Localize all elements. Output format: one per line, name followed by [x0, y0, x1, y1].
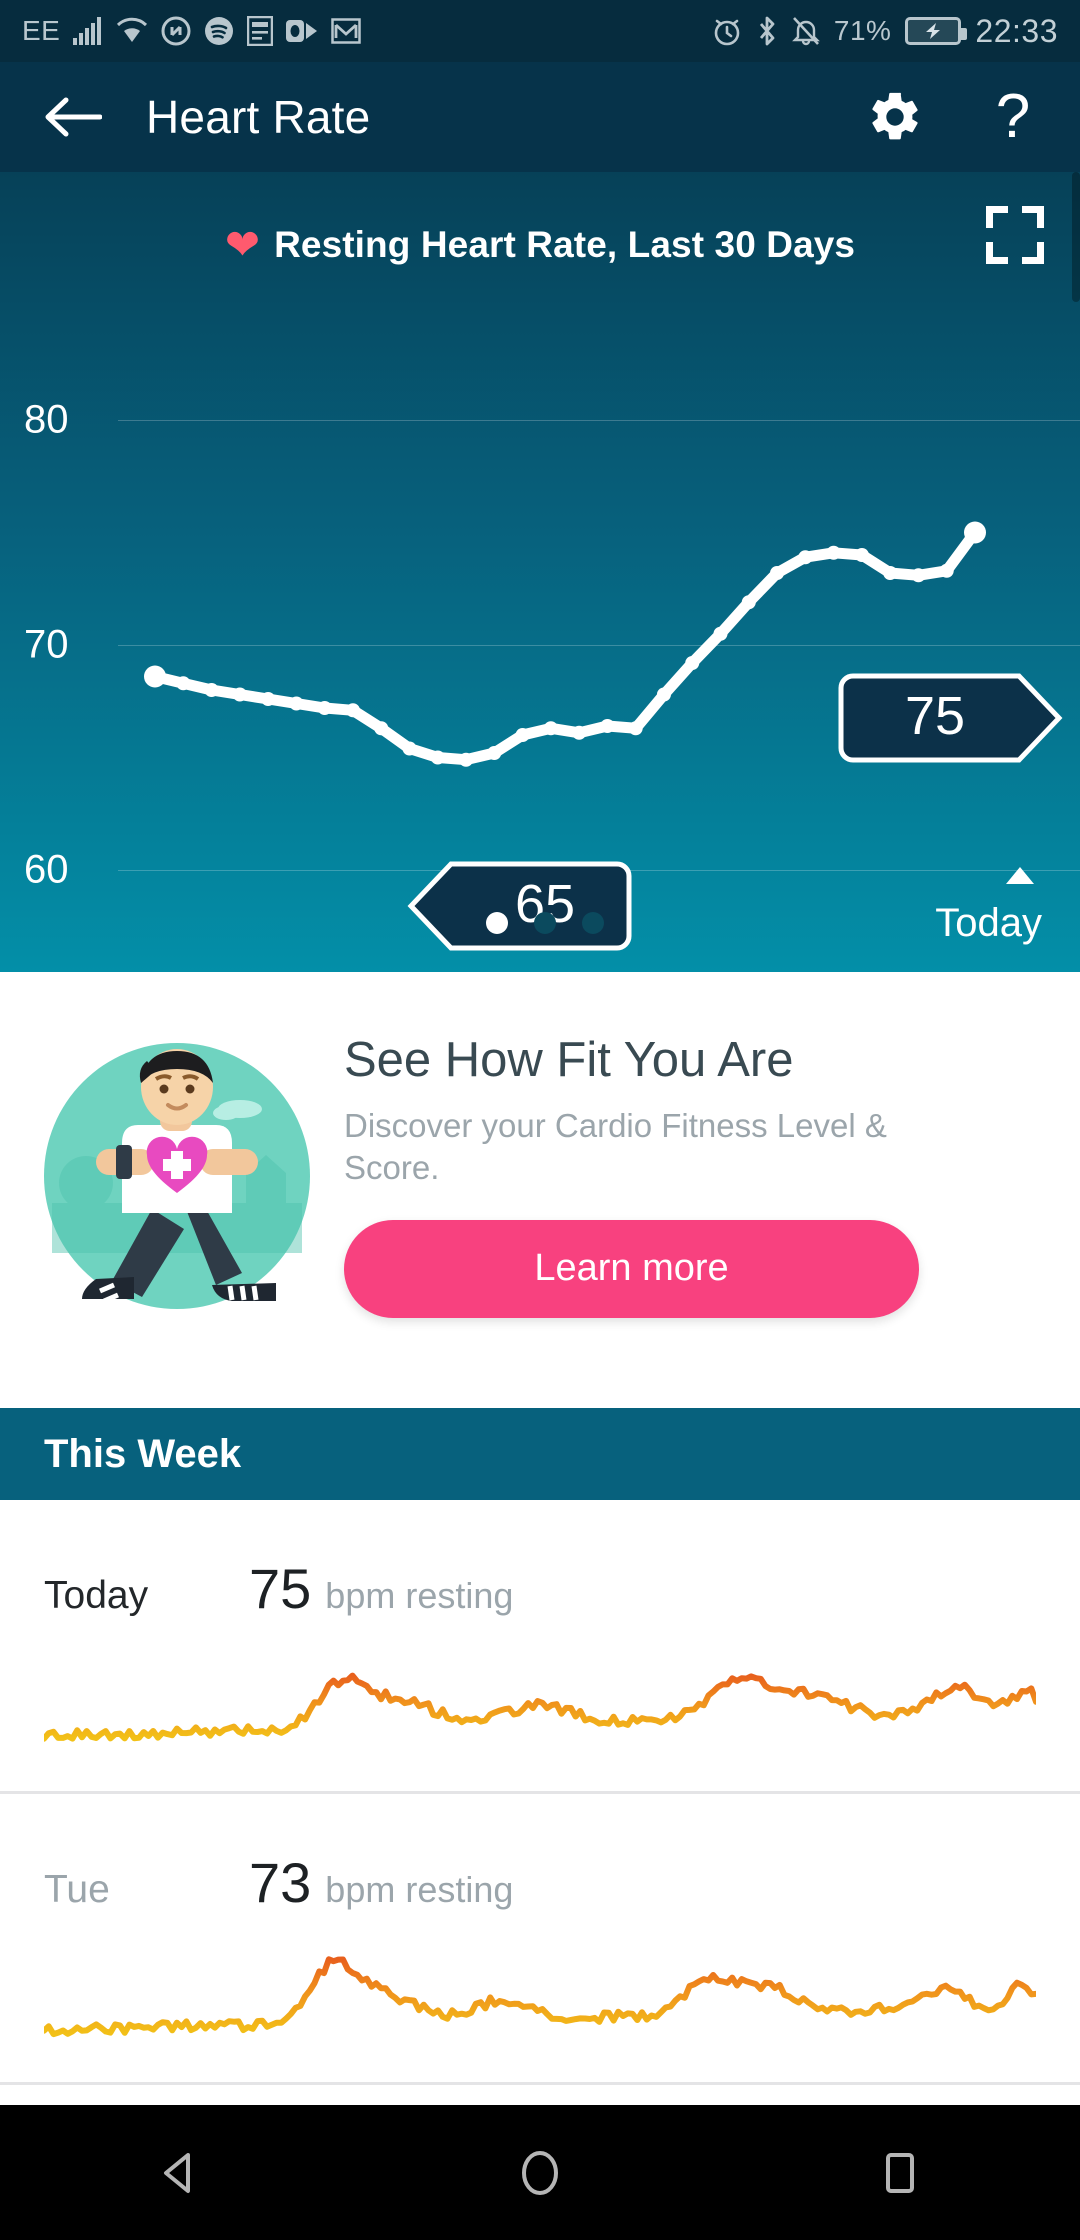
gmail-icon — [331, 17, 362, 45]
nav-back-button[interactable] — [105, 2123, 255, 2223]
svg-text:75: 75 — [905, 686, 965, 746]
android-nav-bar — [0, 2105, 1080, 2240]
promo-subtitle: Discover your Cardio Fitness Level & Sco… — [344, 1107, 887, 1187]
triangle-back-icon — [164, 2152, 190, 2193]
page-dot-3[interactable] — [582, 912, 604, 934]
bpm-value: 73 — [249, 1851, 312, 1914]
app-bar-actions: ? — [864, 86, 1044, 148]
back-button[interactable] — [36, 80, 110, 154]
chart-plot-area: 80 70 60 65 75 Today — [0, 172, 1080, 972]
day-label: Tue — [44, 1868, 110, 1911]
app-bar: Heart Rate ? — [0, 62, 1080, 172]
callout-65: 65 — [407, 861, 632, 951]
resting-heart-rate-chart-card[interactable]: ❤ Resting Heart Rate, Last 30 Days 80 70… — [0, 172, 1080, 972]
carrier-label: EE — [22, 15, 61, 46]
status-bar-right: 71% 22:33 — [712, 13, 1058, 50]
mute-icon — [791, 16, 820, 46]
back-arrow-icon — [45, 97, 102, 137]
promo-text-block: See How Fit You Are Discover your Cardio… — [320, 1033, 1046, 1318]
nav-home-button[interactable] — [465, 2123, 615, 2223]
cardio-fitness-promo-card[interactable]: See How Fit You Are Discover your Cardio… — [0, 972, 1080, 1380]
wifi-icon — [116, 17, 148, 45]
bpm-unit-label: bpm resting — [325, 1869, 514, 1910]
bluetooth-icon — [756, 16, 778, 46]
day-row-summary: Tue 73 bpm resting — [0, 1794, 1080, 1915]
question-mark-icon: ? — [995, 82, 1031, 151]
table-row[interactable]: Today 75 bpm resting — [0, 1500, 1080, 1791]
help-button[interactable]: ? — [982, 86, 1044, 148]
status-bar-left: EE — [22, 15, 362, 47]
signal-icon — [73, 17, 103, 45]
day-sparkline — [44, 1956, 1036, 2038]
outlook-icon — [286, 17, 318, 45]
page-dot-2[interactable] — [534, 912, 556, 934]
chart-today-label: Today — [935, 901, 1042, 945]
alarm-icon — [712, 16, 742, 46]
table-row[interactable]: Tue 73 bpm resting — [0, 1791, 1080, 2082]
chart-page-indicator[interactable] — [486, 912, 604, 934]
day-label: Today — [44, 1574, 149, 1617]
page-title: Heart Rate — [146, 91, 371, 143]
this-week-section-header: This Week — [0, 1408, 1080, 1500]
nav-recents-button[interactable] — [825, 2123, 975, 2223]
spotify-icon — [204, 16, 234, 46]
promo-title: See How Fit You Are — [344, 1033, 794, 1088]
this-week-title: This Week — [44, 1431, 242, 1476]
app-root: EE 71% 22:33 Heart Rate ? ❤ Resting Hear… — [0, 0, 1080, 2240]
page-dot-1[interactable] — [486, 912, 508, 934]
settings-button[interactable] — [864, 86, 926, 148]
day-sparkline — [44, 1672, 1036, 1742]
battery-percent-label: 71% — [833, 15, 892, 46]
walking-man-illustration — [34, 1033, 320, 1319]
battery-icon — [905, 17, 968, 45]
square-recents-icon — [886, 2152, 914, 2193]
data-saver-icon — [161, 16, 191, 46]
gear-icon — [872, 92, 918, 140]
clock-label: 22:33 — [975, 12, 1058, 49]
today-caret-icon — [1006, 867, 1034, 884]
bpm-unit-label: bpm resting — [325, 1575, 514, 1616]
circle-home-icon — [522, 2150, 558, 2195]
notes-icon — [247, 16, 274, 46]
heart-rate-line-chart — [144, 521, 986, 767]
day-row-summary: Today 75 bpm resting — [0, 1500, 1080, 1621]
status-bar: EE 71% 22:33 — [0, 0, 1080, 62]
callout-75: 75 — [838, 673, 1063, 763]
bpm-value: 75 — [249, 1557, 312, 1620]
this-week-day-list: Today 75 bpm resting Tue 73 bpm resting — [0, 1500, 1080, 2142]
learn-more-button[interactable]: Learn more — [344, 1219, 919, 1318]
